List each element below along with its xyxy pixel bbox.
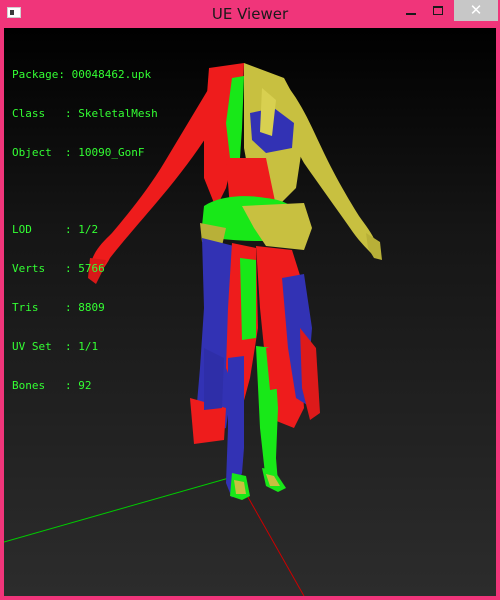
app-window: UE Viewer ✕ Package: 00048462.upk Class …	[0, 0, 500, 600]
info-verts-label: Verts :	[12, 262, 79, 275]
info-class-value: SkeletalMesh	[78, 107, 158, 120]
close-button[interactable]: ✕	[454, 0, 498, 21]
minimize-icon	[406, 13, 416, 15]
3d-viewport[interactable]: Package: 00048462.upk Class : SkeletalMe…	[4, 28, 496, 596]
info-object-value: 10090_GonF	[78, 146, 145, 159]
info-uvset-value: 1/1	[78, 340, 99, 353]
info-class-label: Class :	[12, 107, 79, 120]
info-object-row: Object : 10090_GonF	[12, 146, 158, 159]
info-uvset-row: UV Set : 1/1	[12, 340, 158, 353]
info-bones-label: Bones :	[12, 379, 79, 392]
info-bones-value: 92	[78, 379, 92, 392]
info-package-label: Package:	[12, 68, 72, 81]
maximize-icon	[433, 6, 443, 15]
info-class-row: Class : SkeletalMesh	[12, 107, 158, 120]
mesh-skirt-green-strip	[240, 258, 256, 340]
info-lod-row: LOD : 1/2	[12, 223, 158, 236]
info-package-row: Package: 00048462.upk	[12, 68, 158, 81]
axis-y-line	[4, 475, 237, 543]
info-object-label: Object :	[12, 146, 79, 159]
window-title: UE Viewer	[211, 5, 289, 23]
info-package-value: 00048462.upk	[71, 68, 152, 81]
mesh-info-overlay: Package: 00048462.upk Class : SkeletalMe…	[12, 42, 158, 418]
info-lod-label: LOD :	[12, 223, 79, 236]
info-verts-row: Verts : 5766	[12, 262, 158, 275]
info-uvset-label: UV Set :	[12, 340, 79, 353]
info-tris-value: 8809	[78, 301, 105, 314]
maximize-button[interactable]	[426, 0, 452, 21]
info-tris-label: Tris :	[12, 301, 79, 314]
mesh-right-hand	[366, 233, 382, 260]
mesh-skirt-blue-low	[204, 348, 224, 410]
info-tris-row: Tris : 8809	[12, 301, 158, 314]
info-lod-value: 1/2	[78, 223, 99, 236]
minimize-button[interactable]	[398, 0, 424, 21]
title-bar[interactable]: UE Viewer ✕	[0, 0, 500, 28]
info-verts-value: 5766	[78, 262, 105, 275]
info-bones-row: Bones : 92	[12, 379, 158, 392]
close-icon: ✕	[469, 1, 483, 19]
